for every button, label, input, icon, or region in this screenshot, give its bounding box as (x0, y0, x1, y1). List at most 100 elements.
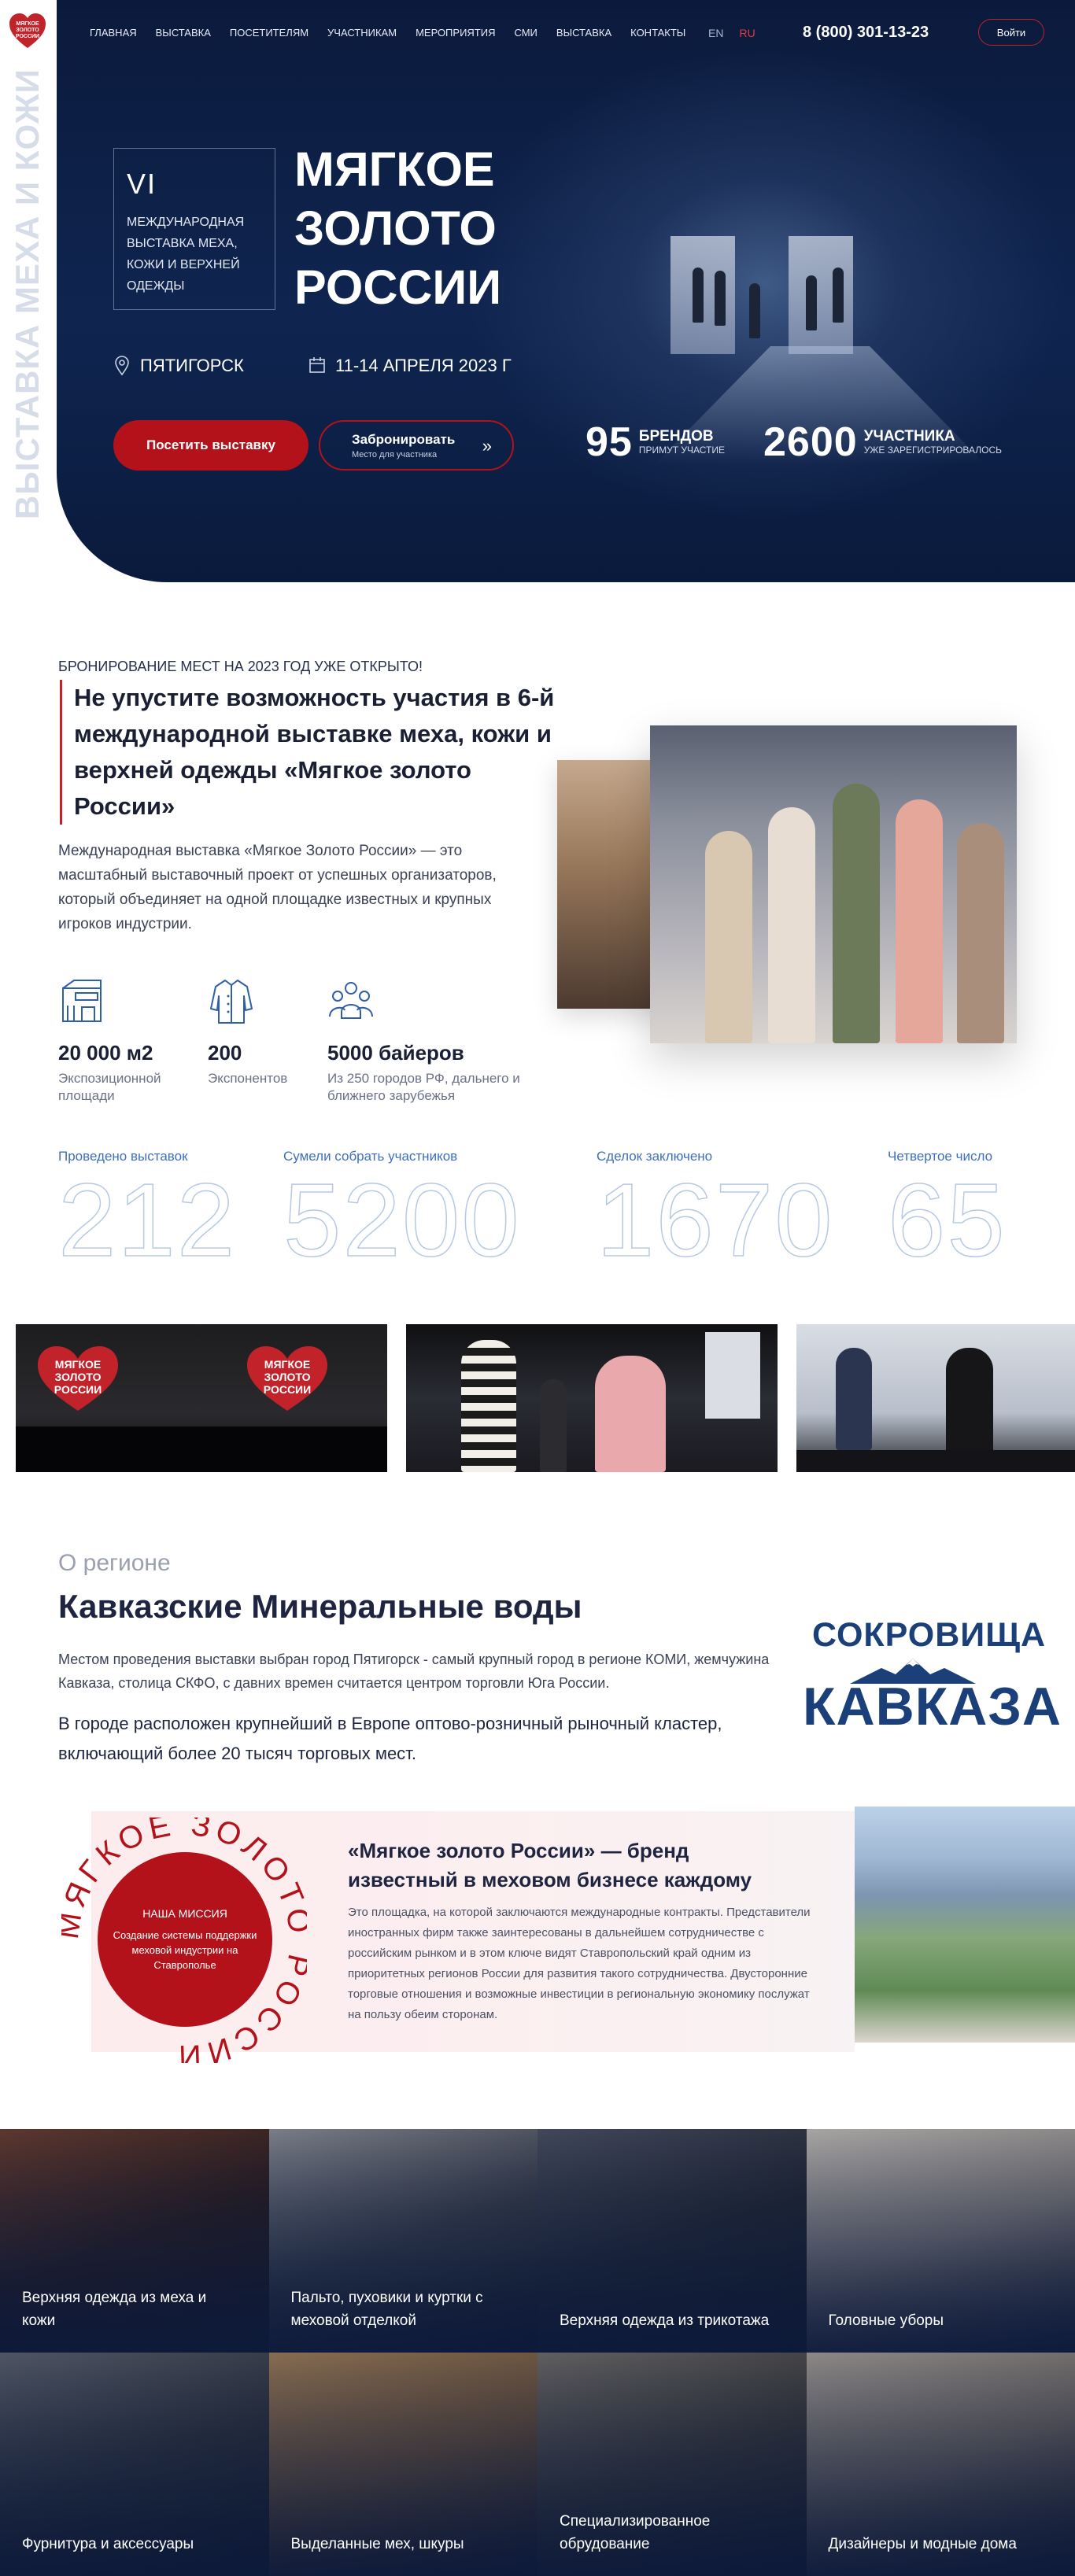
mall-icon (62, 980, 102, 1022)
about-title: Не упустите возможность участия в 6-й ме… (60, 680, 563, 825)
counter-exhibitions: Проведено выставок 212 (57, 1149, 237, 1278)
model-figure (768, 807, 815, 1043)
double-chevron-right-icon: » (482, 436, 492, 456)
booking-open-notice: БРОНИРОВАНИЕ МЕСТ НА 2023 ГОД УЖЕ ОТКРЫТ… (58, 659, 423, 674)
category-tile-designers[interactable]: Дизайнеры и модные дома (806, 2353, 1075, 2576)
category-tile-knitwear[interactable]: Верхняя одежда из трикотажа (538, 2129, 807, 2353)
hero-dates-text: 11-14 АПРЕЛЯ 2023 Г (335, 356, 512, 375)
nav-item-home[interactable]: ГЛАВНАЯ (90, 27, 137, 39)
category-label: Фурнитура и аксессуары (22, 2536, 194, 2552)
counter-fourth: Четвертое число 65 (887, 1149, 1007, 1278)
site-logo[interactable]: МЯГКОЕ ЗОЛОТО РОССИИ (8, 12, 47, 51)
feature-exhibitors-desc: Экспонентов (208, 1071, 288, 1086)
edition-number: VI (127, 168, 157, 200)
brand-logo-text: МЯГКОЕ (55, 1358, 101, 1371)
counter-fourth-value: 65 (887, 1162, 1007, 1278)
category-label: Выделанные мех, шкуры (290, 2536, 464, 2552)
counter-deals-value: 1670 (596, 1162, 834, 1278)
feature-exhibitors-value: 200 (208, 1041, 242, 1065)
stat-brands-value: 95 (586, 419, 633, 465)
stage-model-figure (806, 275, 817, 330)
model-figure (705, 831, 752, 1043)
brand-logo-text: ЗОЛОТО (264, 1371, 311, 1383)
feature-buyers-desc: Из 250 городов РФ, дальнего и ближнего з… (327, 1071, 520, 1103)
category-tile-fur-leather[interactable]: Верхняя одежда из меха и кожи (0, 2129, 269, 2353)
phone-number[interactable]: 8 (800) 301-13-23 (803, 24, 929, 42)
brand-logo-text: ЗОЛОТО (55, 1371, 102, 1383)
counter-deals: Сделок заключено 1670 (596, 1149, 834, 1278)
stat-participants-sub: УЖЕ ЗАРЕГИСТРИРОВАЛОСЬ (863, 445, 1003, 456)
stat-brands: 95 БРЕНДОВ ПРИМУТ УЧАСТИЕ (586, 419, 725, 466)
people-icon (329, 982, 373, 1019)
counter-participants-value: 5200 (283, 1162, 521, 1278)
edition-box: VI МЕЖДУНАРОДНАЯ ВЫСТАВКА МЕХА, КОЖИ И В… (113, 148, 275, 310)
stage-screen (705, 1332, 760, 1419)
lang-ru-link[interactable]: RU (739, 27, 755, 39)
nav-item-exhibition-2[interactable]: ВЫСТАВКА (556, 27, 611, 39)
category-label: Пальто, пуховики и куртки с меховой отде… (290, 2290, 483, 2329)
hero-location: ПЯТИГОРСК (113, 356, 244, 376)
nav-item-contacts[interactable]: КОНТАКТЫ (630, 27, 685, 39)
brand-logo-text: МЯГКОЕ (264, 1358, 310, 1371)
nav-item-exhibition[interactable]: ВЫСТАВКА (156, 27, 211, 39)
region-title: Кавказские Минеральные воды (58, 1588, 582, 1625)
brand-heart-logo: МЯГКОЕ ЗОЛОТО РОССИИ (38, 1346, 118, 1411)
category-tile-furs[interactable]: Выделанные мех, шкуры (268, 2353, 538, 2576)
category-tile-equipment[interactable]: Специализированное обрудование (538, 2353, 807, 2576)
nav-item-participants[interactable]: УЧАСТНИКАМ (327, 27, 397, 39)
category-tile-headwear[interactable]: Головные уборы (806, 2129, 1075, 2353)
model-zebra-coat (461, 1340, 516, 1472)
counter-participants: Сумели собрать участников 5200 (283, 1149, 521, 1278)
region-paragraph-1: Местом проведения выставки выбран город … (58, 1652, 770, 1691)
stat-participants-label: УЧАСТНИКА (863, 428, 955, 445)
visit-exhibition-button[interactable]: Посетить выставку (113, 420, 308, 471)
pyatigorsk-city-photo (855, 1807, 1075, 2043)
logo-text: МЯГКОЕ (16, 21, 39, 27)
model-pink-coat (595, 1356, 666, 1472)
jacket-icon (210, 980, 253, 1024)
counter-exhibitions-value: 212 (57, 1162, 237, 1278)
nav-item-events[interactable]: МЕРОПРИЯТИЯ (416, 27, 495, 39)
stage-model-figure (715, 271, 726, 326)
feature-area-desc: Экспозиционной площади (58, 1071, 161, 1103)
categories-grid: Верхняя одежда из меха и кожи Пальто, пу… (0, 2129, 1075, 2576)
about-description: Международная выставка «Мягкое Золото Ро… (58, 843, 497, 932)
model-figure (957, 823, 1004, 1043)
model-figure (540, 1379, 567, 1472)
region-paragraph-2: В городе расположен крупнейший в Европе … (58, 1714, 722, 1763)
mission-label: НАША МИССИЯ (142, 1906, 227, 1920)
hero-dates: 11-14 АПРЕЛЯ 2023 Г (308, 356, 512, 376)
fashion-show-photo (650, 725, 1017, 1043)
nav-item-visitors[interactable]: ПОСЕТИТЕЛЯМ (230, 27, 308, 39)
edition-description: МЕЖДУНАРОДНАЯ ВЫСТАВКА МЕХА, КОЖИ И ВЕРХ… (127, 216, 245, 293)
brand-title: «Мягкое золото России» — бренд известный… (348, 1839, 752, 1891)
language-switcher: EN RU (708, 27, 755, 39)
treasure-logo-bottom-text: КАВКАЗА (803, 1677, 1062, 1736)
region-section-label: О регионе (58, 1550, 171, 1576)
model-figure (836, 1348, 872, 1450)
gallery-photo-2[interactable] (406, 1324, 778, 1472)
vertical-tagline-text: ВЫСТАВКА МЕХА И КОЖИ (9, 68, 46, 519)
feature-buyers: 5000 байеров Из 250 городов РФ, дальнего… (327, 977, 540, 1105)
nav-item-media[interactable]: СМИ (514, 27, 537, 39)
calendar-icon (309, 357, 325, 373)
gallery-photo-1[interactable]: МЯГКОЕ ЗОЛОТО РОССИИ МЯГКОЕ ЗОЛОТО РОССИ… (16, 1324, 387, 1472)
brand-heart-logo: МЯГКОЕ ЗОЛОТО РОССИИ (247, 1346, 327, 1411)
gallery-photo-3[interactable] (796, 1324, 1075, 1472)
category-label: Дизайнеры и модные дома (828, 2536, 1017, 2552)
audience-silhouettes (16, 1426, 387, 1472)
feature-area-value: 20 000 м2 (58, 1041, 153, 1065)
category-tile-accessories[interactable]: Фурнитура и аксессуары (0, 2353, 269, 2576)
runway-floor (796, 1450, 1075, 1472)
category-label: Специализированное обрудование (560, 2513, 711, 2552)
stage-model-figure (749, 283, 760, 338)
category-label: Головные уборы (828, 2312, 944, 2329)
category-tile-coats[interactable]: Пальто, пуховики и куртки с меховой отде… (268, 2129, 538, 2353)
lang-en-link[interactable]: EN (708, 27, 723, 39)
vertical-tagline: ВЫСТАВКА МЕХА И КОЖИ (9, 31, 46, 519)
stat-participants-value: 2600 (763, 419, 858, 465)
login-button[interactable]: Войти (978, 19, 1044, 46)
treasures-of-caucasus-logo: СОКРОВИЩА КАВКАЗА (795, 1605, 1061, 1762)
logo-text: РОССИИ (16, 34, 39, 39)
book-place-button[interactable]: Забронировать Место для участника » (319, 420, 514, 471)
